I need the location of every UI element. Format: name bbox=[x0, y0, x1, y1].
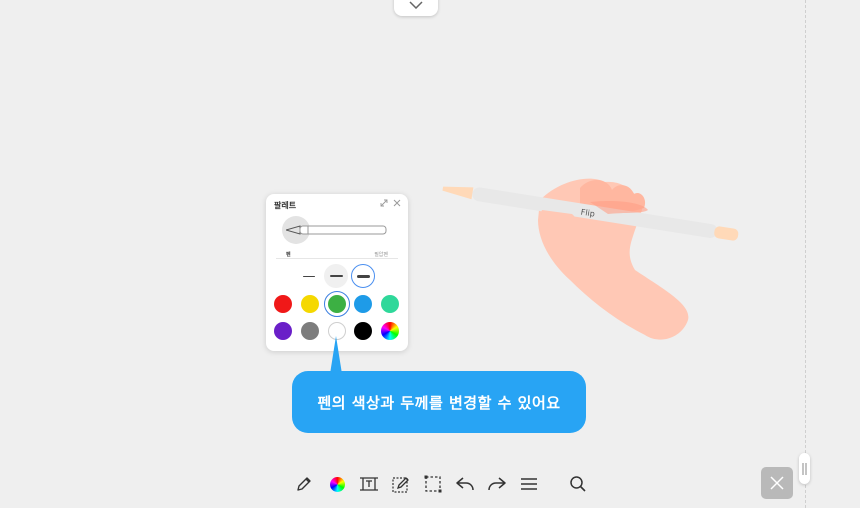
select-icon bbox=[424, 475, 442, 493]
pressure-pen-label[interactable]: 필압펜 bbox=[374, 251, 388, 258]
color-purple[interactable] bbox=[274, 322, 292, 340]
select-tool-button[interactable] bbox=[419, 470, 447, 498]
edit-box-tool-button[interactable] bbox=[387, 470, 415, 498]
menu-button[interactable] bbox=[515, 470, 543, 498]
collapse-tab[interactable] bbox=[394, 0, 438, 16]
search-button[interactable] bbox=[564, 470, 592, 498]
thickness-thick-bar bbox=[356, 274, 370, 278]
color-green[interactable] bbox=[328, 295, 346, 313]
resize-handle[interactable] bbox=[799, 453, 810, 484]
pen-icon bbox=[297, 477, 311, 491]
color-black[interactable] bbox=[354, 322, 372, 340]
color-red[interactable] bbox=[274, 295, 292, 313]
redo-icon bbox=[488, 477, 506, 491]
menu-icon bbox=[521, 478, 537, 490]
page-boundary-guide bbox=[805, 0, 806, 508]
palette-title: 팔레트 bbox=[274, 201, 297, 210]
color-icon bbox=[329, 476, 345, 492]
thickness-thin-bar bbox=[303, 275, 315, 277]
color-gray[interactable] bbox=[301, 322, 319, 340]
thickness-thin[interactable] bbox=[297, 264, 321, 288]
pen-type-label: 펜 bbox=[286, 252, 291, 258]
color-blue[interactable] bbox=[354, 295, 372, 313]
color-picker-rainbow[interactable] bbox=[381, 322, 399, 340]
close-icon bbox=[770, 476, 784, 490]
text-box-icon bbox=[360, 477, 378, 491]
edit-box-icon bbox=[392, 477, 409, 493]
minimize-icon[interactable] bbox=[380, 199, 388, 207]
redo-button[interactable] bbox=[483, 470, 511, 498]
tooltip-pointer bbox=[330, 336, 342, 374]
thickness-medium[interactable] bbox=[324, 264, 348, 288]
color-mint[interactable] bbox=[381, 295, 399, 313]
chevron-down-icon bbox=[409, 1, 423, 9]
palette-divider bbox=[276, 258, 398, 259]
canvas[interactable]: Flip 팔레트 펜 필압펜 펜의 색상과 두께를 변경할 수 있어요 bbox=[0, 0, 860, 508]
palette-popup[interactable]: 팔레트 펜 필압펜 bbox=[266, 194, 408, 351]
pen-shaft-icon bbox=[286, 225, 387, 235]
color-yellow[interactable] bbox=[301, 295, 319, 313]
undo-button[interactable] bbox=[451, 470, 479, 498]
close-icon[interactable] bbox=[393, 199, 401, 207]
thickness-medium-bar bbox=[329, 275, 343, 277]
grip-icon bbox=[802, 462, 807, 475]
close-guide-button[interactable] bbox=[761, 467, 793, 499]
search-icon bbox=[570, 476, 586, 492]
undo-icon bbox=[456, 477, 474, 491]
thickness-thick[interactable] bbox=[351, 264, 375, 288]
text-box-tool-button[interactable] bbox=[355, 470, 383, 498]
hand-pen-illustration: Flip bbox=[442, 178, 739, 340]
hint-tooltip: 펜의 색상과 두께를 변경할 수 있어요 bbox=[292, 371, 586, 433]
tooltip-text: 펜의 색상과 두께를 변경할 수 있어요 bbox=[317, 393, 561, 412]
color-tool-button[interactable] bbox=[323, 470, 351, 498]
pen-tool-button[interactable] bbox=[290, 470, 318, 498]
